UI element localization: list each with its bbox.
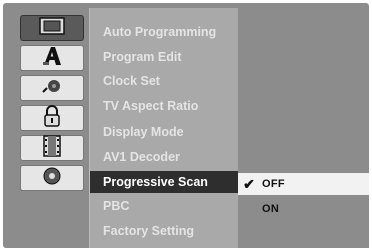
menu-item-auto-programming[interactable]: Auto Programming xyxy=(90,21,238,43)
general-settings-icon xyxy=(39,16,65,40)
option-panel: ✔ OFF ON xyxy=(238,8,369,248)
setup-menu-list: Auto Programming Program Edit Clock Set … xyxy=(89,8,239,248)
disc-tab[interactable] xyxy=(20,165,84,191)
setup-menu-screen: Auto Programming Program Edit Clock Set … xyxy=(0,0,372,251)
option-label: OFF xyxy=(262,178,285,190)
menu-item-tv-aspect-ratio[interactable]: TV Aspect Ratio xyxy=(90,95,238,117)
lock-tab[interactable] xyxy=(20,104,84,132)
menu-item-pbc[interactable]: PBC xyxy=(90,195,238,217)
language-icon xyxy=(41,46,63,71)
option-label: ON xyxy=(262,203,280,215)
menu-item-clock-set[interactable]: Clock Set xyxy=(90,70,238,92)
general-settings-tab[interactable] xyxy=(20,15,84,41)
checkmark-icon: ✔ xyxy=(243,175,255,192)
category-icon-column xyxy=(12,8,88,248)
option-off[interactable]: ✔ OFF xyxy=(238,173,369,195)
audio-tab[interactable] xyxy=(20,75,84,101)
menu-item-av1-decoder[interactable]: AV1 Decoder xyxy=(90,146,238,168)
disc-icon xyxy=(41,165,63,192)
lock-icon xyxy=(42,104,62,132)
menu-item-program-edit[interactable]: Program Edit xyxy=(90,46,238,68)
menu-item-factory-setting[interactable]: Factory Setting xyxy=(90,220,238,242)
option-on[interactable]: ON xyxy=(238,198,369,220)
recording-tab[interactable] xyxy=(20,134,84,162)
audio-icon xyxy=(40,76,64,101)
menu-item-progressive-scan[interactable]: Progressive Scan xyxy=(90,171,238,193)
language-tab[interactable] xyxy=(20,45,84,71)
menu-item-display-mode[interactable]: Display Mode xyxy=(90,121,238,143)
recording-icon xyxy=(42,134,62,162)
